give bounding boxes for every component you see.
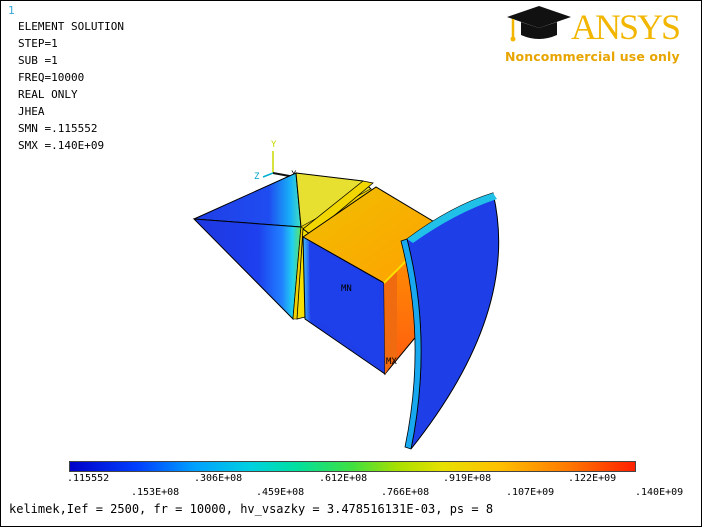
legend-tick-bottom-1: .153E+08	[131, 487, 180, 498]
legend-tick-bottom-2: .459E+08	[256, 487, 305, 498]
command-title-line: kelimek,Ief = 2500, fr = 10000, hv_vsazk…	[9, 502, 494, 516]
axis-z-label: Z	[254, 172, 260, 182]
model-view: Y Z X	[192, 140, 500, 450]
legend-tick-top-3: .612E+08	[319, 473, 368, 484]
legend-tick-top-1: .115552	[67, 473, 110, 484]
legend-tick-bottom-5: .140E+09	[635, 487, 684, 498]
graphics-window: 1 ELEMENT SOLUTION STEP=1 SUB =1 FREQ=10…	[0, 0, 702, 527]
min-marker: MN	[341, 284, 352, 294]
axis-y-label: Y	[271, 140, 277, 150]
legend-tick-bottom-3: .766E+08	[381, 487, 430, 498]
legend-tick-top-4: .919E+08	[443, 473, 492, 484]
legend-tick-top-2: .306E+08	[194, 473, 243, 484]
contour-color-bar	[69, 461, 636, 472]
max-marker: MX	[386, 357, 397, 367]
legend-tick-bottom-4: .107E+09	[506, 487, 555, 498]
legend-tick-top-5: .122E+09	[568, 473, 617, 484]
